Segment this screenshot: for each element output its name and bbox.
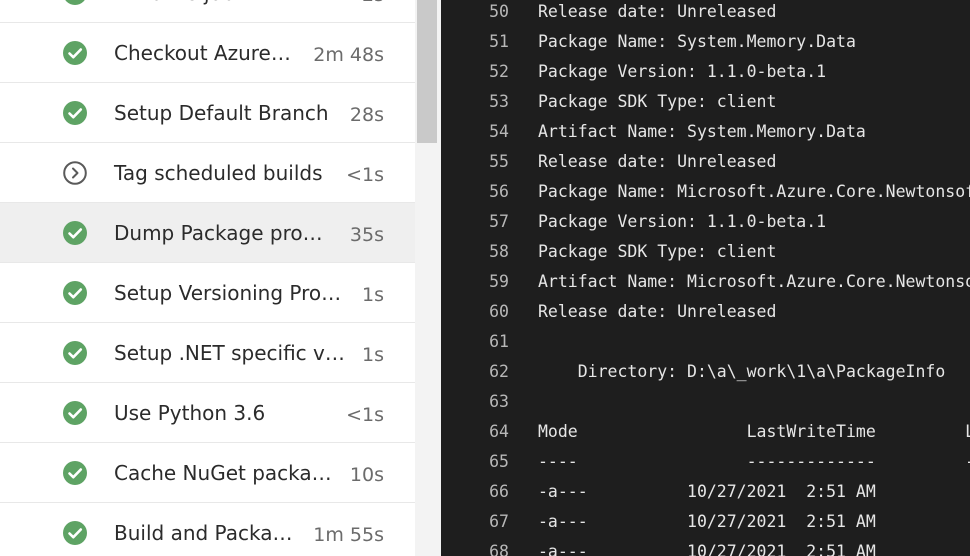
log-line-number: 58 xyxy=(489,242,509,261)
check-circle-icon xyxy=(63,340,87,365)
step-name: Tag scheduled builds xyxy=(114,160,323,185)
log-line-text: Package Version: 1.1.0-beta.1 xyxy=(538,62,827,81)
step-name: Use Python 3.6 xyxy=(114,400,266,425)
step-row[interactable]: Setup Versioning Pro… 1s xyxy=(0,263,415,323)
log-line-text: Mode LastWriteTime Length xyxy=(538,422,970,441)
log-output-panel: 50 Release date: Unreleased 51 Package Name… xyxy=(441,0,970,556)
step-duration: 1s xyxy=(362,343,384,366)
step-row[interactable]: Cache NuGet packa… 10s xyxy=(0,443,415,503)
step-row[interactable]: Use Python 3.6 <1s xyxy=(0,383,415,443)
log-line: 56 Package Name: Microsoft.Azure.Core.New… xyxy=(441,177,970,207)
log-line: 65 ---- ------------- ------ xyxy=(441,447,970,477)
check-circle-icon xyxy=(65,0,85,5)
log-line: 63 xyxy=(441,387,970,417)
log-line-number: 67 xyxy=(489,512,509,531)
step-row[interactable]: Build and Packa… 1m 55s xyxy=(0,503,415,556)
log-line: 57 Package Version: 1.1.0-beta.1 xyxy=(441,207,970,237)
log-line: 55 Release date: Unreleased xyxy=(441,147,970,177)
log-line: 52 Package Version: 1.1.0-beta.1 xyxy=(441,57,970,87)
log-line-number: 54 xyxy=(489,122,509,141)
log-line-text: Package Name: Microsoft.Azure.Core.Newto… xyxy=(538,182,970,201)
log-line-text: Release date: Unreleased xyxy=(538,302,777,321)
log-line-text: Release date: Unreleased xyxy=(538,2,777,21)
log-line: 62 Directory: D:\a\_work\1\a\PackageInfo xyxy=(441,357,970,387)
log-line: 66 -a--- 10/27/2021 2:51 AM xyxy=(441,477,970,507)
step-row[interactable]: Setup Default Branch 28s xyxy=(0,83,415,143)
log-line-number: 68 xyxy=(489,542,509,556)
log-line-text: Package Version: 1.1.0-beta.1 xyxy=(538,212,827,231)
check-circle-icon xyxy=(63,280,87,305)
check-circle-icon xyxy=(63,520,87,545)
log-line-number: 64 xyxy=(489,422,509,441)
check-circle-icon xyxy=(63,40,87,65)
log-line-text: -a--- 10/27/2021 2:51 AM xyxy=(538,482,876,501)
log-line: 68 -a--- 10/27/2021 2:51 AM xyxy=(441,537,970,556)
log-line-text: Package Name: System.Memory.Data xyxy=(538,32,856,51)
log-line-number: 66 xyxy=(489,482,509,501)
check-circle-icon xyxy=(63,460,87,485)
job-steps-panel: Initialize job 2s Checkout Azure… 2m 48s Set… xyxy=(0,0,415,556)
step-row[interactable]: Checkout Azure… 2m 48s xyxy=(0,23,415,83)
step-duration: <1s xyxy=(346,403,384,426)
step-row[interactable]: Setup .NET specific v… 1s xyxy=(0,323,415,383)
step-name: Cache NuGet packa… xyxy=(114,460,332,485)
check-circle-icon xyxy=(63,400,87,425)
log-line: 51 Package Name: System.Memory.Data xyxy=(441,27,970,57)
step-duration: 2s xyxy=(362,0,384,6)
steps-scrollbar[interactable] xyxy=(415,0,441,556)
log-line-text: -a--- 10/27/2021 2:51 AM xyxy=(538,512,876,531)
log-line: 59 Artifact Name: Microsoft.Azure.Core.Ne… xyxy=(441,267,970,297)
step-name: Setup Versioning Pro… xyxy=(114,280,342,305)
log-line-number: 53 xyxy=(489,92,509,111)
step-name: Setup Default Branch xyxy=(114,100,329,125)
log-line-number: 62 xyxy=(489,362,509,381)
log-line: 67 -a--- 10/27/2021 2:51 AM xyxy=(441,507,970,537)
step-name: Setup .NET specific v… xyxy=(114,340,345,365)
step-row[interactable]: Dump Package pro… 35s xyxy=(0,203,415,263)
step-row[interactable]: Initialize job 2s xyxy=(0,0,415,23)
step-duration: 35s xyxy=(349,223,384,246)
log-line-number: 52 xyxy=(489,62,509,81)
log-line: 60 Release date: Unreleased xyxy=(441,297,970,327)
steps-scrollbar-thumb[interactable] xyxy=(417,0,437,143)
check-circle-icon xyxy=(63,100,87,125)
log-line-text: Artifact Name: System.Memory.Data xyxy=(538,122,866,141)
log-line-number: 63 xyxy=(489,392,509,411)
step-name: Build and Packa… xyxy=(114,520,293,545)
log-line-number: 50 xyxy=(489,2,509,21)
log-line: 53 Package SDK Type: client xyxy=(441,87,970,117)
log-line-text: Artifact Name: Microsoft.Azure.Core.Newt… xyxy=(538,272,970,291)
step-name: Checkout Azure… xyxy=(114,40,291,65)
log-line-text: Directory: D:\a\_work\1\a\PackageInfo xyxy=(538,362,946,381)
log-line: 54 Artifact Name: System.Memory.Data xyxy=(441,117,970,147)
log-line-number: 56 xyxy=(489,182,509,201)
log-line: 50 Release date: Unreleased xyxy=(441,0,970,27)
log-line-text: ---- ------------- ------ xyxy=(538,452,970,471)
log-line-text: -a--- 10/27/2021 2:51 AM xyxy=(538,542,876,556)
log-line: 58 Package SDK Type: client xyxy=(441,237,970,267)
log-line-text: Release date: Unreleased xyxy=(538,152,777,171)
step-duration: 1s xyxy=(362,283,384,306)
step-name: Initialize job xyxy=(114,0,235,5)
log-line-number: 55 xyxy=(489,152,509,171)
step-duration: 2m 48s xyxy=(313,43,384,66)
log-line-number: 51 xyxy=(489,32,509,51)
check-circle-icon xyxy=(63,220,87,245)
log-line: 64 Mode LastWriteTime Length xyxy=(441,417,970,447)
log-line: 61 xyxy=(441,327,970,357)
step-duration: 10s xyxy=(349,463,384,486)
log-line-text: Package SDK Type: client xyxy=(538,92,777,111)
log-line-number: 65 xyxy=(489,452,509,471)
chevron-circle-icon xyxy=(63,160,87,185)
step-duration: 28s xyxy=(349,103,384,126)
step-duration: <1s xyxy=(346,163,384,186)
step-duration: 1m 55s xyxy=(313,523,384,546)
log-line-number: 61 xyxy=(489,332,509,351)
step-row[interactable]: Tag scheduled builds <1s xyxy=(0,143,415,203)
log-line-text: Package SDK Type: client xyxy=(538,242,777,261)
log-line-number: 60 xyxy=(489,302,509,321)
log-line-number: 59 xyxy=(489,272,509,291)
step-name: Dump Package pro… xyxy=(114,220,323,245)
log-line-number: 57 xyxy=(489,212,509,231)
